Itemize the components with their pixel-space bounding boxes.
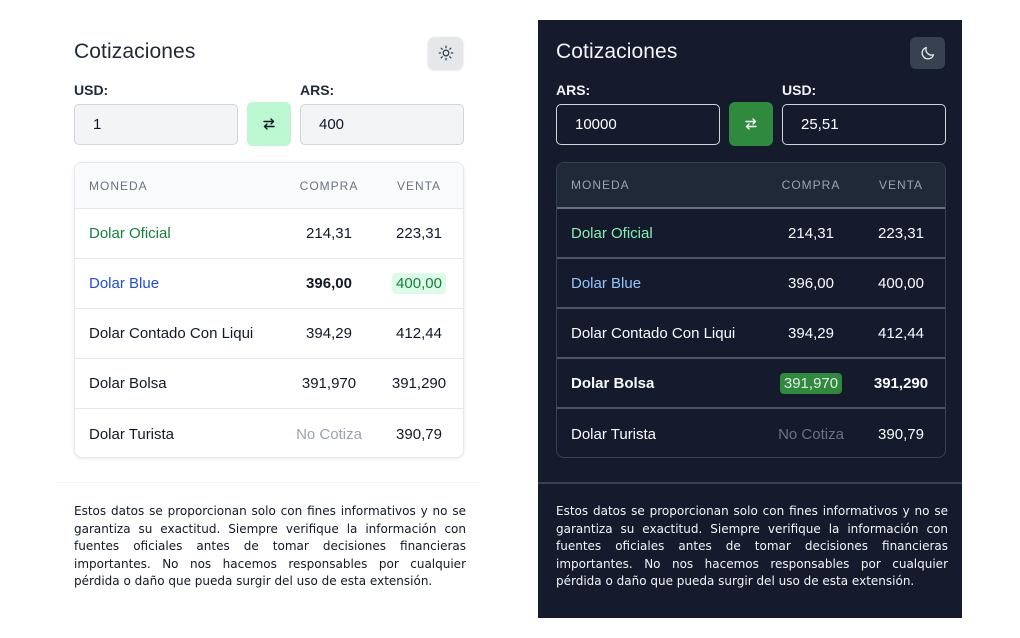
buy-value-highlighted: 391,970 (779, 372, 843, 394)
buy-value: 214,31 (306, 225, 352, 242)
sell-value: 390,79 (396, 425, 442, 443)
table-row: Dolar Contado Con Liqui 394,29 412,44 (557, 309, 945, 359)
table-row: Dolar Bolsa 391,970 391,290 (557, 359, 945, 409)
moon-icon (920, 45, 936, 61)
sell-value: 391,290 (873, 374, 929, 392)
swap-currencies-button[interactable] (247, 102, 291, 146)
buy-value: 394,29 (306, 325, 352, 342)
to-amount-input[interactable]: 25,51 (782, 104, 946, 145)
table-row: Dolar Contado Con Liqui 394,29 412,44 (75, 309, 463, 359)
buy-value: No Cotiza (296, 425, 362, 443)
buy-value: 396,00 (306, 275, 352, 292)
currency-name: Dolar Contado Con Liqui (89, 325, 254, 342)
header-currency: MONEDA (89, 178, 148, 193)
currency-name: Dolar Bolsa (571, 374, 655, 392)
buy-value: 214,31 (788, 224, 834, 242)
theme-toggle-button[interactable] (910, 37, 945, 69)
table-row: Dolar Blue 396,00 400,00 (75, 259, 463, 309)
header-currency: MONEDA (571, 178, 630, 192)
to-amount-input[interactable]: 400 (300, 104, 464, 145)
table-row: Dolar Oficial 214,31 223,31 (557, 209, 945, 259)
quotes-table: MONEDA COMPRA VENTA Dolar Oficial 214,31… (556, 162, 946, 458)
theme-toggle-button[interactable] (428, 37, 463, 69)
table-header: MONEDA COMPRA VENTA (557, 163, 945, 209)
currency-name: Dolar Blue (89, 275, 160, 292)
sell-value: 412,44 (878, 324, 924, 342)
sell-value: 223,31 (396, 225, 442, 242)
sell-value: 390,79 (878, 425, 924, 443)
sell-value: 400,00 (878, 274, 924, 292)
swap-currencies-button[interactable] (729, 102, 773, 146)
buy-value: 391,970 (301, 375, 357, 392)
light-theme-panel: Cotizaciones USD: ARS: 1 400 MONEDA COMP… (56, 20, 480, 618)
table-row: Dolar Bolsa 391,970 391,290 (75, 359, 463, 409)
currency-name: Dolar Oficial (571, 224, 653, 242)
header-sell: VENTA (878, 178, 924, 192)
dark-theme-panel: Cotizaciones ARS: USD: 10000 25,51 MONED… (538, 20, 962, 618)
currency-name: Dolar Oficial (89, 225, 171, 242)
sell-value-highlighted: 400,00 (392, 273, 446, 294)
header-buy: COMPRA (781, 178, 841, 192)
quotes-table: MONEDA COMPRA VENTA Dolar Oficial 214,31… (74, 162, 464, 458)
to-currency-label: USD: (782, 82, 817, 98)
buy-value: No Cotiza (778, 425, 844, 443)
from-amount-input[interactable]: 10000 (556, 104, 720, 145)
currency-name: Dolar Bolsa (89, 375, 167, 392)
swap-arrows-icon (743, 116, 759, 132)
currency-name: Dolar Contado Con Liqui (571, 324, 736, 342)
header-sell: VENTA (396, 178, 442, 193)
page-title: Cotizaciones (74, 40, 196, 63)
table-row: Dolar Blue 396,00 400,00 (557, 259, 945, 309)
table-row: Dolar Turista No Cotiza 390,79 (75, 409, 463, 457)
buy-value: 396,00 (788, 274, 834, 292)
currency-name: Dolar Turista (89, 425, 175, 443)
from-currency-label: ARS: (556, 82, 591, 98)
table-header: MONEDA COMPRA VENTA (75, 163, 463, 209)
disclaimer-text: Estos datos se proporcionan solo con fin… (556, 504, 948, 588)
divider (538, 482, 962, 484)
currency-name: Dolar Blue (571, 274, 642, 292)
page-title: Cotizaciones (556, 40, 678, 63)
sell-value: 412,44 (396, 325, 442, 342)
table-row: Dolar Turista No Cotiza 390,79 (557, 409, 945, 457)
swap-arrows-icon (261, 116, 277, 132)
from-amount-input[interactable]: 1 (74, 104, 238, 145)
currency-name: Dolar Turista (571, 425, 657, 443)
header-buy: COMPRA (299, 178, 359, 193)
disclaimer-text: Estos datos se proporcionan solo con fin… (74, 504, 466, 588)
sell-value: 223,31 (878, 224, 924, 242)
from-currency-label: USD: (74, 82, 109, 98)
buy-value: 394,29 (788, 324, 834, 342)
table-row: Dolar Oficial 214,31 223,31 (75, 209, 463, 259)
to-currency-label: ARS: (300, 82, 335, 98)
divider (56, 482, 480, 483)
sun-icon (438, 45, 454, 61)
sell-value: 391,290 (391, 375, 447, 392)
